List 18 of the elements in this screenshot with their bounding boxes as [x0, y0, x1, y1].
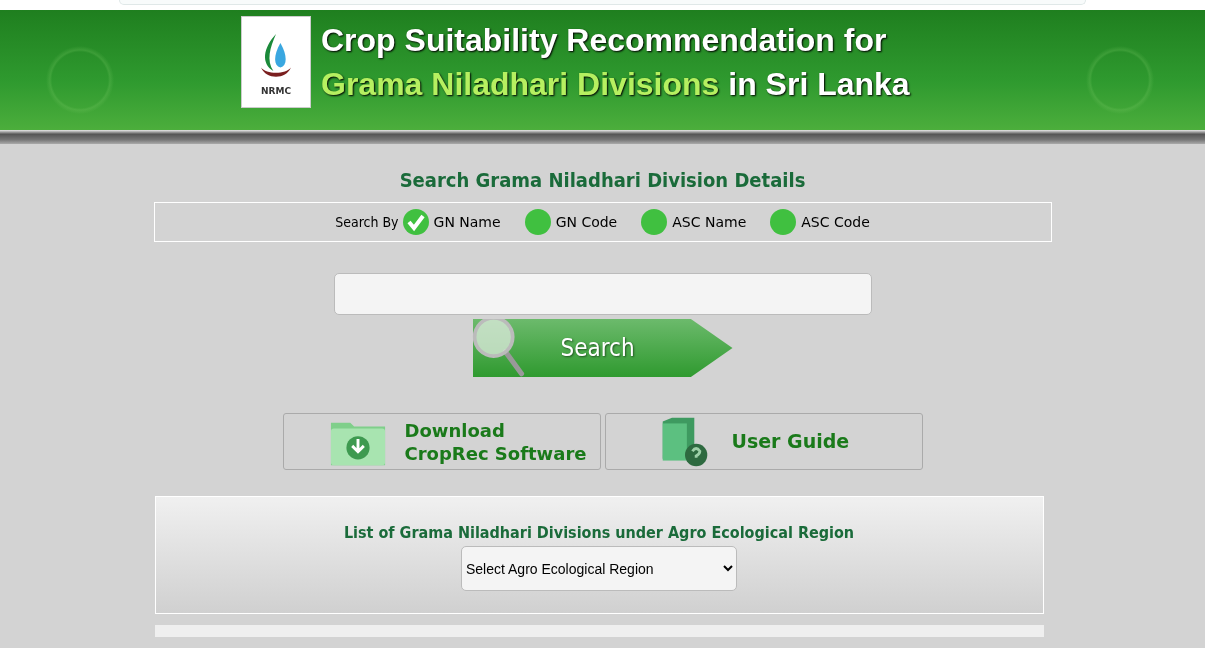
radio-icon[interactable]: [524, 209, 551, 235]
search-by-label: Search By: [335, 214, 399, 230]
checked-radio-icon[interactable]: [402, 209, 429, 235]
section-heading: Search Grama Niladhari Division Details: [399, 168, 806, 192]
download-button[interactable]: Download CropRec Software: [282, 413, 601, 470]
logo-text: NRMC: [261, 86, 291, 96]
radio-label[interactable]: ASC Code: [801, 214, 870, 230]
panel-heading: List of Grama Niladhari Divisions under Agro Ecological Region: [343, 523, 855, 542]
banner-title: Grama Niladhari Divisions in Sri Lanka: [321, 65, 910, 104]
search-field[interactable]: [333, 273, 872, 315]
banner-title: Crop Suitability Recommendation for: [321, 21, 888, 60]
radio-label[interactable]: ASC Name: [672, 214, 747, 230]
radio-label[interactable]: GN Name: [433, 214, 501, 230]
region-select[interactable]: Select Agro Ecological Region: [461, 546, 737, 591]
user-guide-button[interactable]: User Guide: [604, 413, 923, 470]
radio-icon[interactable]: [641, 209, 668, 235]
radio-icon[interactable]: [770, 209, 797, 235]
radio-label[interactable]: GN Code: [555, 214, 618, 230]
